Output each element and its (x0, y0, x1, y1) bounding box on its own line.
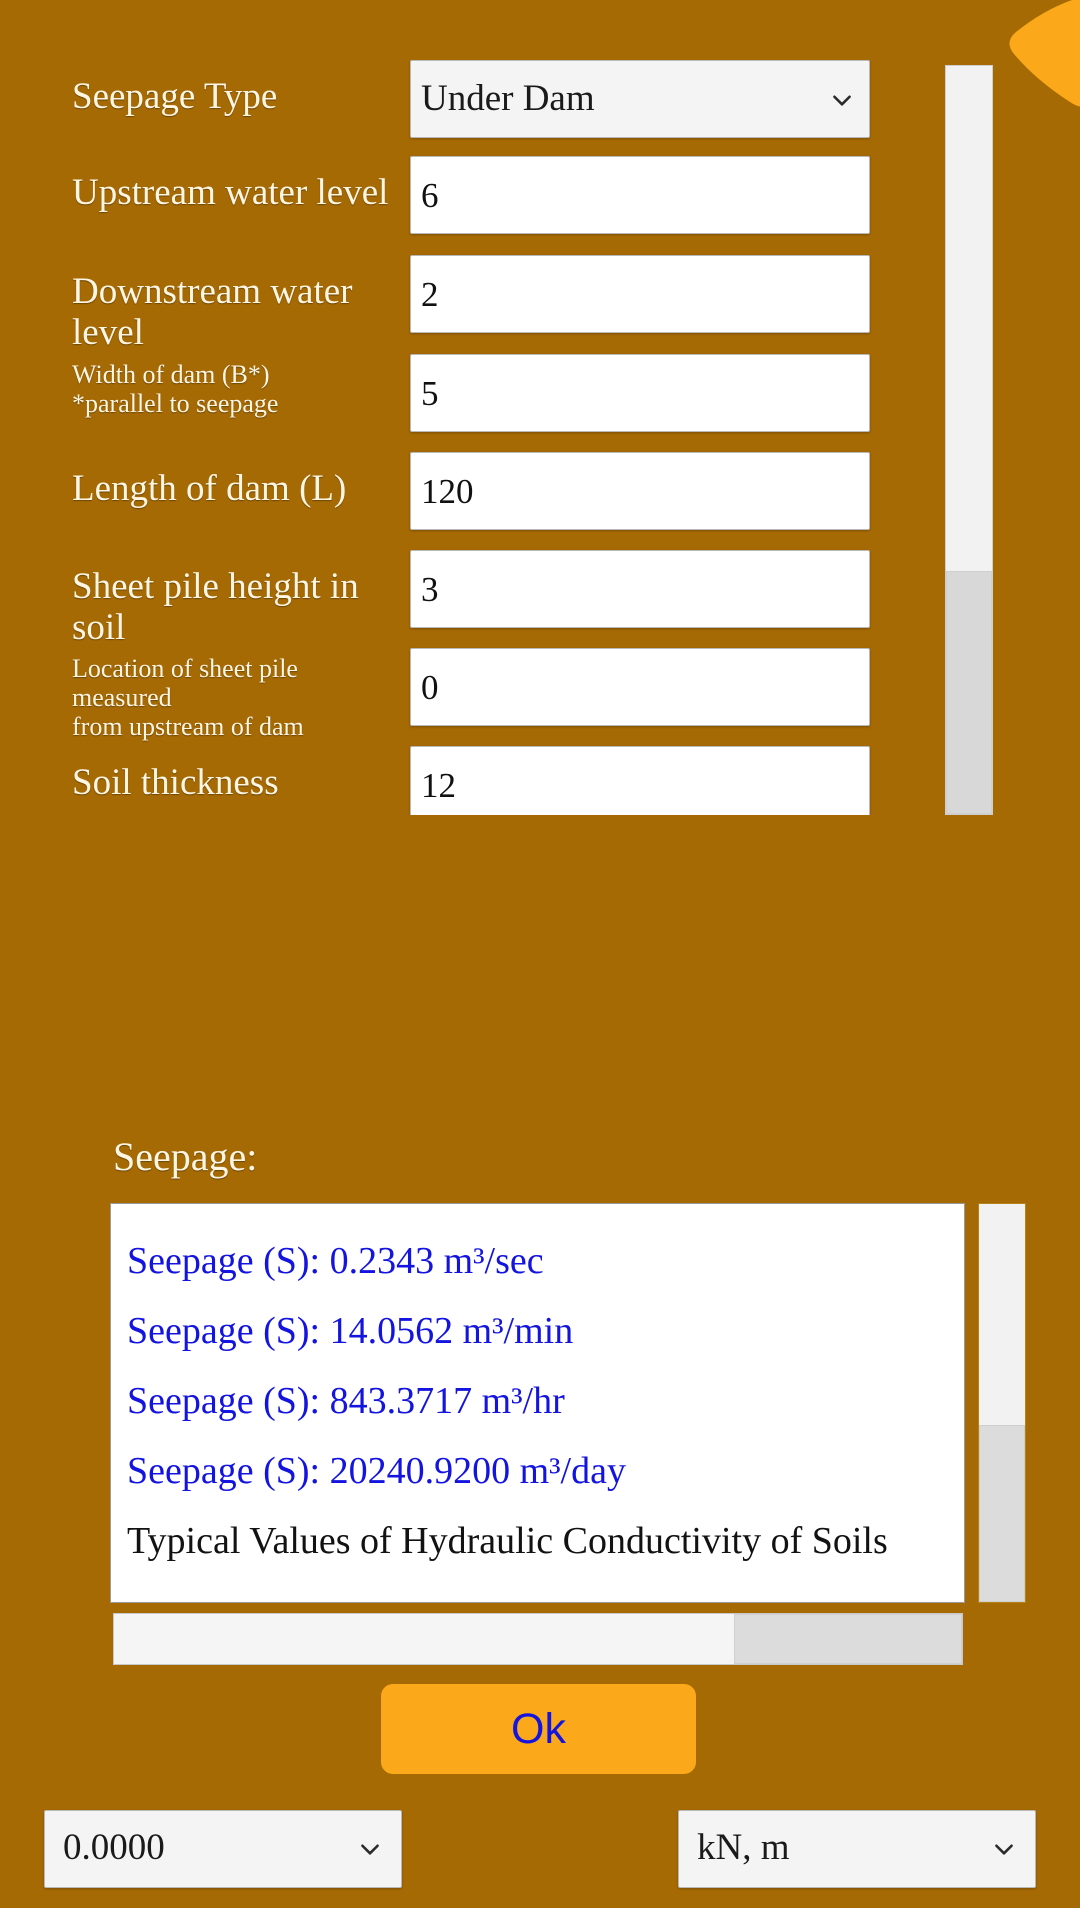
seepage-type-select-value: Under Dam (421, 78, 595, 119)
form-row-label: Upstream water level (72, 172, 389, 213)
chevron-down-icon (833, 95, 851, 106)
results-title: Seepage: (113, 1134, 258, 1179)
form-row: Sheet pile height in soil (0, 550, 940, 649)
results-hscrollbar-thumb[interactable] (734, 1614, 962, 1664)
results-value-line: Seepage (S): 14.0562 m³/min (127, 1310, 574, 1352)
form-row: Location of sheet pile measured from ups… (0, 648, 940, 741)
form-row-label: Seepage Type (72, 76, 278, 117)
form-row-input[interactable] (410, 550, 870, 628)
form-row-input[interactable] (410, 746, 870, 815)
seepage-type-select[interactable]: Under Dam (410, 60, 870, 138)
form-row: Width of dam (B*) *parallel to seepage (0, 354, 940, 432)
chevron-down-icon (995, 1844, 1013, 1855)
form-row: Seepage Type Under Dam (0, 60, 940, 138)
input-form-rows: Seepage Type Under Dam Upstream water leve… (0, 60, 940, 815)
form-row: Length of dam (L) (0, 452, 940, 530)
form-scrollbar-thumb[interactable] (946, 571, 992, 814)
results-vscrollbar-thumb[interactable] (979, 1425, 1025, 1602)
units-select-value: kN, m (697, 1826, 790, 1868)
form-row-label: Width of dam (B*) *parallel to seepage (72, 360, 279, 419)
results-value-line: Seepage (S): 843.3717 m³/hr (127, 1380, 565, 1422)
results-value-line: Seepage (S): 20240.9200 m³/day (127, 1450, 626, 1492)
results-value-line: Seepage (S): 0.2343 m³/sec (127, 1240, 544, 1282)
results-horizontal-scrollbar[interactable] (113, 1613, 963, 1665)
chevron-down-icon (361, 1844, 379, 1855)
form-row-input[interactable] (410, 452, 870, 530)
form-row: Downstream water level (0, 255, 940, 354)
form-row-label: Length of dam (L) (72, 468, 347, 509)
form-row-input[interactable] (410, 354, 870, 432)
ok-button[interactable]: Ok (381, 1684, 696, 1774)
form-row-label: Location of sheet pile measured from ups… (72, 654, 304, 742)
precision-select[interactable]: 0.0000 (44, 1810, 402, 1888)
form-row-input[interactable] (410, 255, 870, 333)
form-vertical-scrollbar[interactable] (945, 65, 993, 815)
form-row-input[interactable] (410, 156, 870, 234)
form-row: Soil thickness (0, 746, 940, 815)
form-row-input[interactable] (410, 648, 870, 726)
form-row: Upstream water level (0, 156, 940, 234)
units-select[interactable]: kN, m (678, 1810, 1036, 1888)
form-row-label: Soil thickness (72, 762, 279, 803)
form-row-label: Sheet pile height in soil (72, 566, 359, 649)
results-vertical-scrollbar[interactable] (978, 1203, 1026, 1603)
input-form-panel: Seepage Type Under Dam Upstream water leve… (0, 60, 1000, 815)
results-lines: Seepage (S): 0.2343 m³/sec Seepage (S): 1… (127, 1226, 964, 1576)
precision-select-value: 0.0000 (63, 1826, 165, 1868)
form-row-label: Downstream water level (72, 271, 353, 354)
results-output-box[interactable]: Seepage (S): 0.2343 m³/sec Seepage (S): 1… (110, 1203, 965, 1603)
results-note-line: Typical Values of Hydraulic Conductivity… (127, 1520, 888, 1562)
